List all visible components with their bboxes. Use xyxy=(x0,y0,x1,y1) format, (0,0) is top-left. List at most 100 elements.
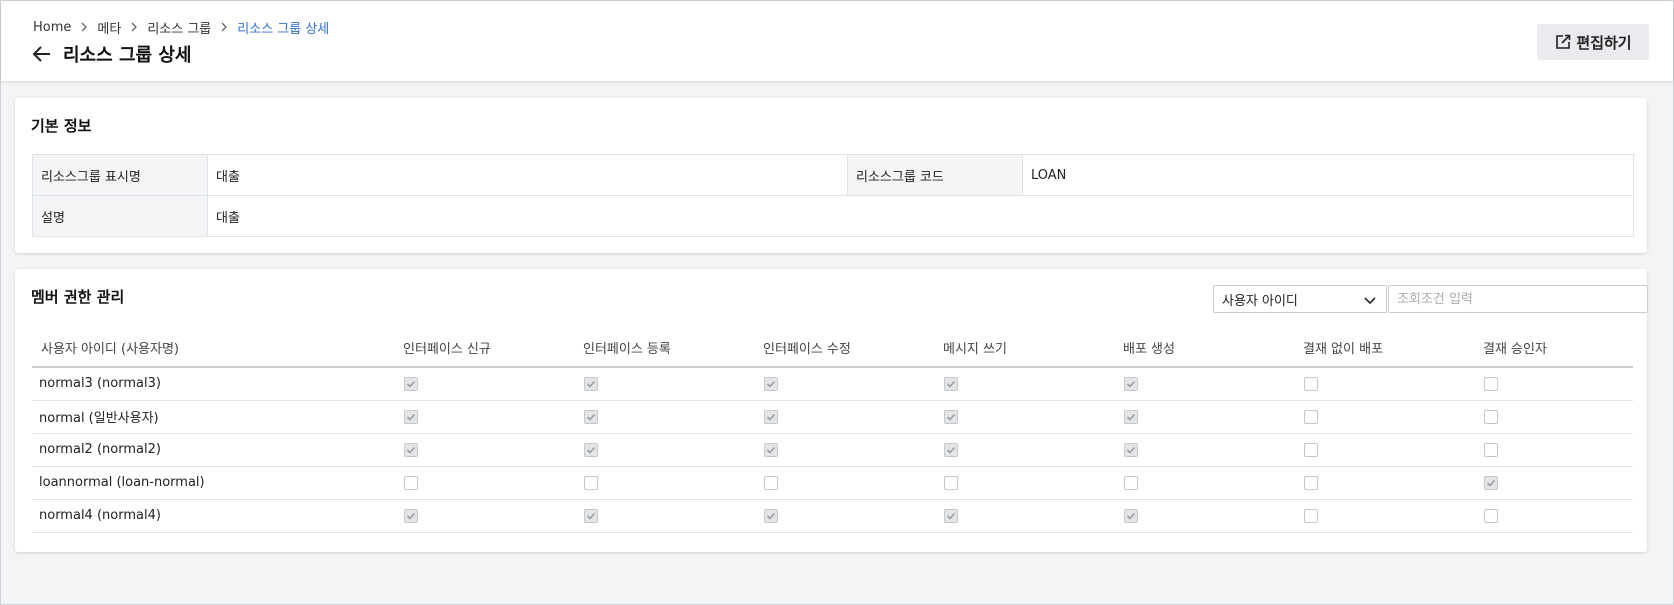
table-row: normal2 (normal2) xyxy=(32,433,1633,467)
permission-checkbox-checked[interactable] xyxy=(1124,376,1138,391)
permission-cell xyxy=(1475,433,1633,467)
permission-cell xyxy=(395,433,575,467)
permission-cell xyxy=(1295,466,1475,500)
basic-info-table: 리소스그룹 표시명 대출 리소스그룹 코드 LOAN 설명 대출 xyxy=(32,154,1634,237)
user-id-cell: normal2 (normal2) xyxy=(32,433,395,467)
display-name-value: 대출 xyxy=(207,154,848,196)
permission-cell xyxy=(395,466,575,500)
permission-cell xyxy=(935,433,1115,467)
permission-cell xyxy=(395,499,575,533)
permission-cell xyxy=(1295,367,1475,401)
description-value: 대출 xyxy=(207,195,1634,237)
permission-cell xyxy=(755,499,935,533)
permission-cell xyxy=(1115,367,1295,401)
permission-checkbox-checked[interactable] xyxy=(404,442,418,457)
column-header: 결재 없이 배포 xyxy=(1295,329,1475,368)
edit-icon xyxy=(1556,34,1571,49)
permission-checkbox-checked[interactable] xyxy=(764,409,778,424)
permission-checkbox[interactable] xyxy=(1484,442,1498,457)
permission-checkbox-checked[interactable] xyxy=(1124,508,1138,523)
permission-cell xyxy=(395,400,575,434)
permission-cell xyxy=(1295,433,1475,467)
search-field-select[interactable]: 사용자 아이디 xyxy=(1213,285,1387,313)
title-row: 리소스 그룹 상세 xyxy=(31,41,191,67)
basic-info-card: 기본 정보 리소스그룹 표시명 대출 리소스그룹 코드 LOAN 설명 대출 xyxy=(15,98,1647,253)
permission-cell xyxy=(1115,499,1295,533)
arrow-left-icon[interactable] xyxy=(31,43,53,65)
permission-cell xyxy=(575,367,755,401)
permission-checkbox[interactable] xyxy=(584,475,598,490)
permission-cell xyxy=(575,400,755,434)
permission-checkbox-checked[interactable] xyxy=(404,376,418,391)
breadcrumb-current: 리소스 그룹 상세 xyxy=(237,22,330,37)
permission-checkbox-checked[interactable] xyxy=(404,508,418,523)
permission-checkbox[interactable] xyxy=(764,475,778,490)
chevron-down-icon xyxy=(1364,294,1376,309)
permission-checkbox-checked[interactable] xyxy=(944,442,958,457)
permission-cell xyxy=(1475,400,1633,434)
permission-checkbox[interactable] xyxy=(404,475,418,490)
breadcrumb-meta[interactable]: 메타 xyxy=(97,18,121,37)
permission-checkbox[interactable] xyxy=(1484,376,1498,391)
permission-checkbox-checked[interactable] xyxy=(404,409,418,424)
permission-checkbox-checked[interactable] xyxy=(584,409,598,424)
permission-cell xyxy=(1115,466,1295,500)
member-permission-card: 멤버 권한 관리 사용자 아이디 사용자 아이디 (사용자명)인터페이스 신규인… xyxy=(15,269,1648,552)
permission-cell xyxy=(575,466,755,500)
permission-checkbox-checked[interactable] xyxy=(764,442,778,457)
permission-cell xyxy=(1115,433,1295,467)
chevron-right-icon xyxy=(80,21,88,35)
permission-checkbox[interactable] xyxy=(1484,409,1498,424)
breadcrumb-resource-group[interactable]: 리소스 그룹 xyxy=(147,18,211,37)
permission-cell xyxy=(935,400,1115,434)
permission-cell xyxy=(935,499,1115,533)
permission-checkbox-checked[interactable] xyxy=(764,508,778,523)
permission-checkbox-checked[interactable] xyxy=(1484,475,1498,490)
user-id-cell: loannormal (loan-normal) xyxy=(32,466,395,500)
search-input[interactable] xyxy=(1388,285,1648,313)
permission-checkbox[interactable] xyxy=(944,475,958,490)
permission-cell xyxy=(935,367,1115,401)
permission-checkbox-checked[interactable] xyxy=(584,376,598,391)
description-label: 설명 xyxy=(32,195,208,237)
page-header: Home 메타 리소스 그룹 리소스 그룹 상세 리소스 그룹 상세 편집하기 xyxy=(1,1,1673,81)
permission-cell xyxy=(1475,367,1633,401)
permission-checkbox-checked[interactable] xyxy=(944,376,958,391)
column-header: 결재 승인자 xyxy=(1475,329,1633,368)
permission-checkbox[interactable] xyxy=(1304,442,1318,457)
table-row: normal4 (normal4) xyxy=(32,499,1633,533)
user-id-cell: normal3 (normal3) xyxy=(32,367,395,401)
column-header: 인터페이스 등록 xyxy=(575,329,755,368)
permission-checkbox-checked[interactable] xyxy=(1124,409,1138,424)
edit-button[interactable]: 편집하기 xyxy=(1537,24,1649,60)
permission-cell xyxy=(395,367,575,401)
permission-checkbox[interactable] xyxy=(1304,475,1318,490)
breadcrumb-home[interactable]: Home xyxy=(33,20,71,35)
permission-cell xyxy=(935,466,1115,500)
permission-cell xyxy=(1115,400,1295,434)
column-header: 배포 생성 xyxy=(1115,329,1295,368)
permission-checkbox[interactable] xyxy=(1304,409,1318,424)
table-row: loannormal (loan-normal) xyxy=(32,466,1633,500)
permission-checkbox-checked[interactable] xyxy=(584,442,598,457)
permission-checkbox[interactable] xyxy=(1484,508,1498,523)
permission-checkbox-checked[interactable] xyxy=(764,376,778,391)
permission-cell xyxy=(575,499,755,533)
table-row: normal (일반사용자) xyxy=(32,400,1633,434)
permission-checkbox-checked[interactable] xyxy=(584,508,598,523)
permission-checkbox-checked[interactable] xyxy=(1124,442,1138,457)
permission-cell xyxy=(755,466,935,500)
permission-checkbox-checked[interactable] xyxy=(944,409,958,424)
breadcrumb: Home 메타 리소스 그룹 리소스 그룹 상세 xyxy=(33,18,329,37)
column-header: 사용자 아이디 (사용자명) xyxy=(32,329,395,368)
table-row: normal3 (normal3) xyxy=(32,367,1633,401)
permission-checkbox[interactable] xyxy=(1124,475,1138,490)
permission-cell xyxy=(1295,499,1475,533)
member-permission-table: 사용자 아이디 (사용자명) 인터페이스 신규 인터페이스 등록 인터페이스 수정 메시… xyxy=(32,329,1633,533)
permission-checkbox[interactable] xyxy=(1304,508,1318,523)
permission-checkbox[interactable] xyxy=(1304,376,1318,391)
search-field-select-value: 사용자 아이디 xyxy=(1222,293,1298,309)
permission-checkbox-checked[interactable] xyxy=(944,508,958,523)
permission-cell xyxy=(575,433,755,467)
display-name-label: 리소스그룹 표시명 xyxy=(32,154,208,196)
